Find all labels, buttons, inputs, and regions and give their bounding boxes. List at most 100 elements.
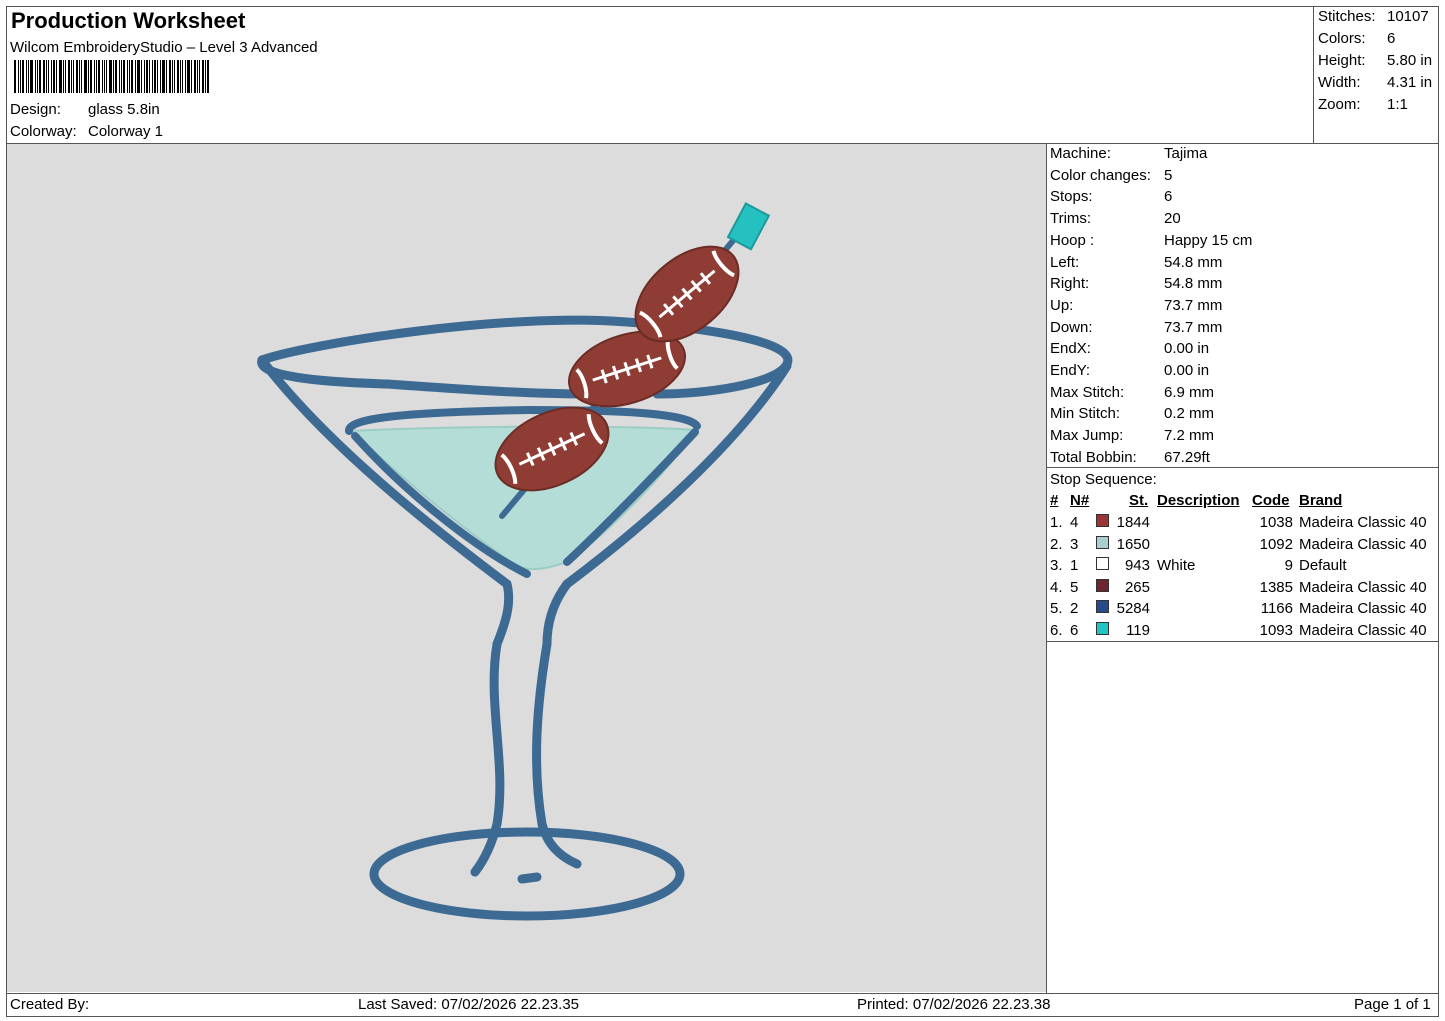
machine-info-value: Tajima xyxy=(1164,145,1208,162)
machine-info-label: Hoop : xyxy=(1050,231,1095,249)
barcode-bar xyxy=(76,60,78,93)
barcode-bar xyxy=(146,60,148,93)
stop-row-brand: Madeira Classic 40 xyxy=(1299,578,1427,596)
barcode-bar xyxy=(39,60,41,93)
barcode-bar xyxy=(166,60,167,93)
last-saved: Last Saved: 07/02/2026 22.23.35 xyxy=(358,996,580,1013)
stop-row-needle: 6 xyxy=(1070,622,1079,639)
barcode-bar xyxy=(113,60,114,93)
stop-row-brand: Madeira Classic 40 xyxy=(1299,600,1427,618)
thread-color-swatch xyxy=(1096,535,1109,549)
stop-row-needle: 4 xyxy=(1070,514,1079,531)
barcode-bar xyxy=(115,60,117,93)
barcode-bar xyxy=(94,60,95,93)
machine-info-label: Left: xyxy=(1050,253,1080,271)
barcode-bar xyxy=(123,60,125,93)
barcode-bar xyxy=(182,60,183,93)
machine-info-value: 67.29ft xyxy=(1164,448,1210,466)
barcode-bar xyxy=(119,60,120,93)
machine-info-label: Right: xyxy=(1050,275,1090,293)
stop-sequence-divider xyxy=(1046,641,1439,642)
barcode-bar xyxy=(185,60,186,93)
thread-color-swatch xyxy=(1096,578,1109,592)
barcode-bar xyxy=(73,60,74,93)
machine-info-label: EndY: xyxy=(1050,362,1091,379)
page-title: Production Worksheet xyxy=(11,8,246,33)
barcode-bar xyxy=(144,60,145,93)
barcode-bar xyxy=(174,60,175,93)
summary-label: Stitches: xyxy=(1318,8,1376,25)
barcode-bar xyxy=(129,60,130,93)
col-header-n: N# xyxy=(1070,492,1090,509)
summary-label: Zoom: xyxy=(1318,96,1361,113)
design-row: Design: glass 5.8in xyxy=(10,101,160,118)
barcode-bar xyxy=(131,60,133,93)
machine-info-divider xyxy=(1046,467,1439,468)
stop-sequence-title: Stop Sequence: xyxy=(1050,471,1157,488)
machine-info-value: 6 xyxy=(1164,188,1173,206)
barcode-bar xyxy=(46,60,47,93)
col-header-num: # xyxy=(1050,492,1059,509)
barcode-bar xyxy=(14,60,16,93)
stop-row-brand: Default xyxy=(1299,557,1347,575)
stop-row-index: 4. xyxy=(1050,578,1063,596)
barcode-bar xyxy=(102,60,103,93)
stop-row-code: 9 xyxy=(1284,557,1293,575)
machine-info-value: Happy 15 cm xyxy=(1164,231,1253,249)
machine-info-label: Stops: xyxy=(1050,188,1093,206)
barcode-bar xyxy=(20,60,21,93)
barcode-bar xyxy=(197,60,198,93)
barcode-bar xyxy=(37,60,38,93)
design-preview xyxy=(7,144,1046,992)
machine-info-value: 0.00 in xyxy=(1164,340,1210,358)
barcode-bar xyxy=(154,60,156,93)
machine-info-value: 7.2 mm xyxy=(1164,427,1215,445)
stop-row-code: 1092 xyxy=(1259,535,1293,553)
col-header-brand: Brand xyxy=(1299,492,1343,509)
stop-row-needle: 1 xyxy=(1070,557,1079,575)
barcode-bar xyxy=(56,60,57,93)
barcode-bar xyxy=(59,60,62,93)
summary-label: Colors: xyxy=(1318,30,1366,47)
barcode-bar xyxy=(106,60,107,93)
barcode-bar xyxy=(194,60,196,93)
glass-rim-front xyxy=(257,355,592,399)
barcode-bar xyxy=(177,60,179,93)
thread-color-swatch xyxy=(1096,514,1109,527)
barcode-bar xyxy=(160,60,161,93)
barcode-bar xyxy=(104,60,105,93)
stop-row-stitches: 5284 xyxy=(1116,600,1150,618)
barcode-bar xyxy=(152,60,153,93)
barcode-bar xyxy=(172,60,173,93)
barcode-bar xyxy=(30,60,33,93)
machine-info-value: 6.9 mm xyxy=(1164,383,1215,401)
page-number: Page 1 of 1 xyxy=(1354,996,1431,1013)
software-name: Wilcom EmbroideryStudio – Level 3 Advanc… xyxy=(10,39,318,56)
stop-row-brand: Madeira Classic 40 xyxy=(1299,514,1427,531)
stop-row-description: White xyxy=(1157,557,1196,575)
machine-info-label: Trims: xyxy=(1050,210,1092,228)
barcode-bar xyxy=(65,60,66,93)
stop-row-code: 1166 xyxy=(1260,600,1293,618)
stop-row-code: 1038 xyxy=(1259,514,1293,531)
barcode-image xyxy=(14,60,234,93)
barcode-bar xyxy=(79,60,80,93)
machine-info-label: Total Bobbin: xyxy=(1050,448,1137,466)
design-value: glass 5.8in xyxy=(88,101,160,118)
machine-info-label: Up: xyxy=(1050,296,1074,314)
machine-info-value: 54.8 mm xyxy=(1164,275,1223,293)
barcode-bar xyxy=(68,60,70,93)
machine-info-label: Max Stitch: xyxy=(1050,383,1125,401)
stop-row-index: 6. xyxy=(1050,622,1063,639)
machine-info-label: Down: xyxy=(1050,318,1093,336)
barcode-bar xyxy=(157,60,158,93)
barcode-bar xyxy=(22,60,24,93)
barcode-bar xyxy=(88,60,89,93)
machine-info-value: 0.00 in xyxy=(1164,362,1210,379)
summary-value: 6 xyxy=(1387,30,1396,47)
barcode-bar xyxy=(141,60,142,93)
col-header-code: Code xyxy=(1252,492,1290,509)
barcode-bar xyxy=(162,60,165,93)
machine-info-value: 20 xyxy=(1164,210,1181,228)
footer-divider xyxy=(6,993,1439,994)
